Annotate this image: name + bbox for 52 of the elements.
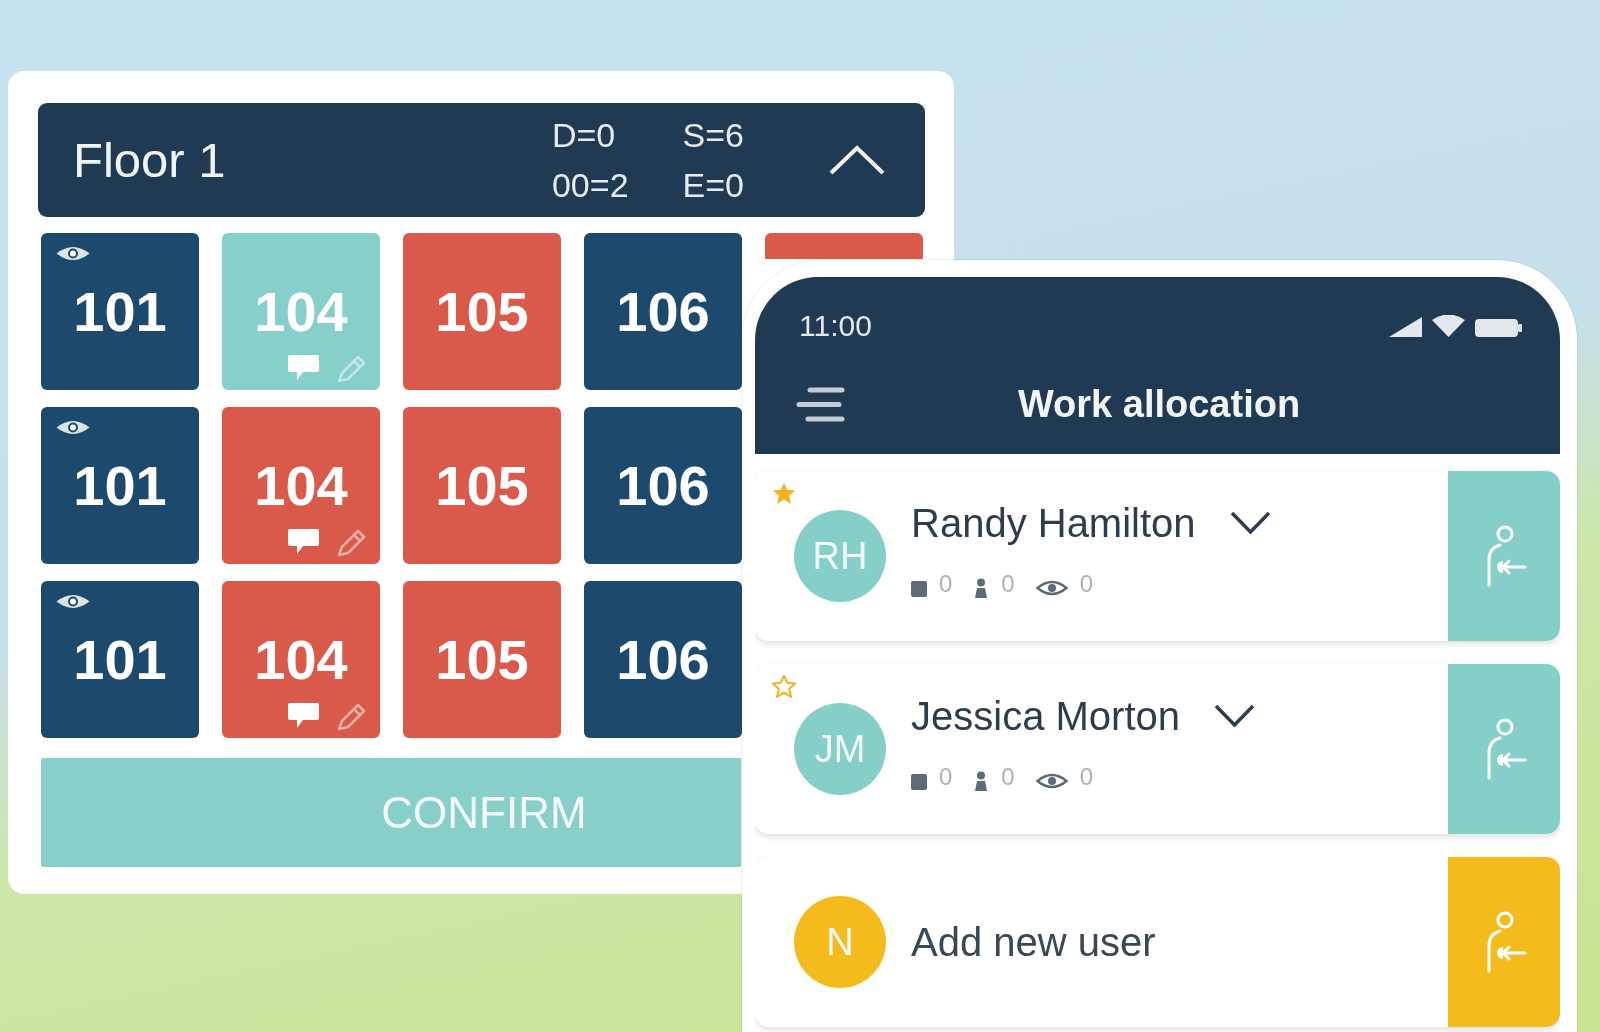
count-label: D=0 (551, 115, 617, 155)
square-icon (911, 581, 927, 597)
user-avatar: JM (794, 703, 886, 795)
room-tile[interactable]: 106 (584, 233, 742, 390)
floor-title: Floor 1 (73, 132, 226, 188)
user-name: Jessica Morton (911, 693, 1180, 739)
chevron-up-icon[interactable] (828, 144, 886, 176)
room-tile[interactable]: 106 (584, 407, 742, 564)
user-avatar: N (794, 896, 886, 988)
person-icon (973, 578, 990, 598)
stat-count: 0 (939, 764, 953, 790)
stat-count: 0 (1001, 571, 1015, 597)
room-tile[interactable]: 105 (403, 407, 561, 564)
room-tile[interactable] (765, 233, 923, 259)
status-time: 11:00 (799, 311, 872, 341)
app-title: Work allocation (1017, 382, 1301, 426)
room-tile[interactable]: 101 (41, 407, 199, 564)
user-name: Randy Hamilton (911, 500, 1196, 546)
room-tile[interactable]: 101 (41, 581, 199, 738)
eye-icon (1035, 772, 1068, 790)
stat-count: 0 (1079, 764, 1094, 790)
action-button[interactable] (1448, 857, 1560, 1027)
chevron-down-icon[interactable] (1229, 511, 1271, 535)
wifi-icon (1432, 315, 1465, 337)
room-tile[interactable]: 106 (584, 581, 742, 738)
action-button[interactable] (1448, 664, 1560, 834)
signal-icon (1389, 317, 1422, 337)
star-icon[interactable] (771, 674, 797, 699)
user-avatar: RH (794, 510, 886, 602)
room-tile[interactable]: 104 (222, 581, 380, 738)
square-icon (911, 774, 927, 790)
room-tile[interactable]: 105 (403, 233, 561, 390)
add-user-label: Add new user (911, 919, 1156, 965)
count-label: E=0 (682, 165, 744, 205)
eye-icon (1035, 579, 1068, 597)
stat-count: 0 (1079, 571, 1094, 597)
room-tile[interactable]: 104 (222, 407, 380, 564)
star-icon[interactable] (771, 481, 797, 506)
chevron-down-icon[interactable] (1214, 704, 1255, 728)
action-button[interactable] (1448, 471, 1560, 641)
stat-count: 0 (1001, 764, 1015, 790)
user-card[interactable]: RH Randy Hamilton 0 0 0 (755, 471, 1560, 641)
add-user-card[interactable]: N Add new user (755, 857, 1560, 1027)
count-label: S=6 (682, 115, 744, 155)
count-label: 00=2 (551, 165, 629, 205)
room-tile[interactable]: 101 (41, 233, 199, 390)
room-tile[interactable]: 105 (403, 581, 561, 738)
stat-count: 0 (939, 571, 953, 597)
person-icon (973, 771, 990, 791)
battery-icon (1475, 319, 1522, 337)
menu-icon[interactable] (796, 386, 845, 422)
user-card[interactable]: JM Jessica Morton 0 0 0 (755, 664, 1560, 834)
